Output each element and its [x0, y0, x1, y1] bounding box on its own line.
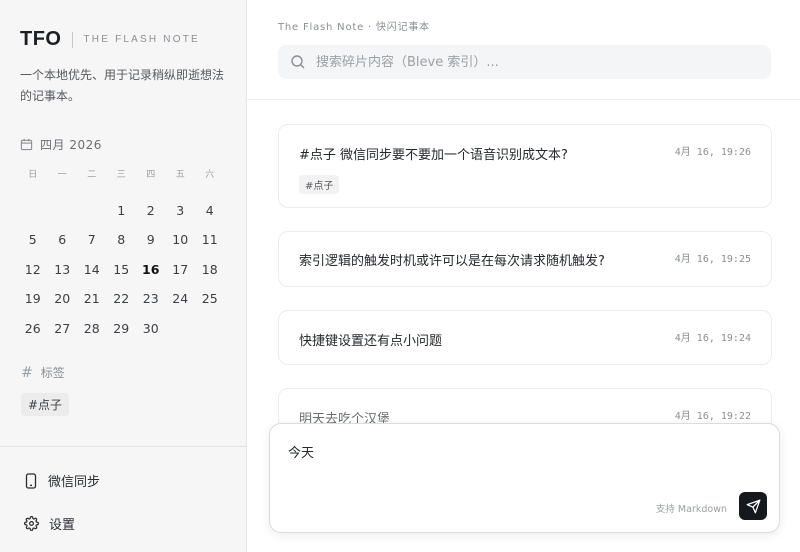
- calendar-day[interactable]: 22: [107, 284, 137, 314]
- note-card[interactable]: 快捷键设置还有点小问题 4月 16, 19:24: [278, 310, 772, 365]
- send-icon: [746, 499, 760, 513]
- calendar-weekday: 日: [28, 170, 38, 180]
- calendar-day[interactable]: 12: [18, 255, 48, 285]
- calendar-day[interactable]: 7: [77, 225, 107, 255]
- markdown-hint: 支持 Markdown: [655, 504, 727, 515]
- note-timestamp: 4月 16, 19:22: [674, 411, 751, 422]
- calendar-weekday: 五: [175, 170, 185, 180]
- calendar-day[interactable]: 6: [48, 225, 78, 255]
- calendar-day[interactable]: 23: [136, 284, 166, 314]
- calendar-day[interactable]: 27: [48, 314, 78, 344]
- brand-divider: [71, 31, 73, 48]
- calendar-weekday: 一: [57, 170, 67, 180]
- note-card[interactable]: 索引逻辑的触发时机或许可以是在每次请求随机触发? 4月 16, 19:25: [278, 231, 772, 287]
- breadcrumb: The Flash Note · 快闪记事本: [278, 22, 430, 33]
- search-icon: [291, 55, 305, 69]
- calendar-day[interactable]: 24: [166, 284, 196, 314]
- settings-button[interactable]: 设置: [24, 514, 75, 533]
- note-card[interactable]: #点子 微信同步要不要加一个语音识别成文本? 4月 16, 19:26 #点子: [278, 124, 772, 208]
- calendar-day[interactable]: 8: [107, 225, 137, 255]
- note-text: 索引逻辑的触发时机或许可以是在每次请求随机触发?: [299, 254, 605, 269]
- note-timestamp: 4月 16, 19:26: [674, 147, 751, 158]
- note-timestamp: 4月 16, 19:25: [674, 254, 751, 265]
- calendar-icon: [20, 138, 33, 151]
- sidebar-divider: [0, 446, 247, 447]
- calendar-day[interactable]: 14: [77, 255, 107, 285]
- calendar-day[interactable]: 4: [195, 196, 225, 226]
- sidebar: TFO THE FLASH NOTE 一个本地优先、用于记录稍纵即逝想法的记事本…: [0, 0, 247, 552]
- main-header: The Flash Note · 快闪记事本: [247, 0, 800, 100]
- tags-header-label: 标签: [40, 366, 65, 380]
- brand-subtitle: THE FLASH NOTE: [83, 34, 200, 45]
- calendar-day[interactable]: 26: [18, 314, 48, 344]
- calendar-day[interactable]: 20: [48, 284, 78, 314]
- tags-header: # 标签: [21, 364, 65, 381]
- calendar-weekday: 四: [146, 170, 156, 180]
- settings-label: 设置: [49, 518, 76, 533]
- brand: TFO THE FLASH NOTE: [20, 28, 200, 51]
- note-text: 快捷键设置还有点小问题: [299, 334, 443, 349]
- calendar-day[interactable]: 29: [107, 314, 137, 344]
- brand-logo: TFO: [20, 28, 62, 50]
- wechat-sync-button[interactable]: 微信同步: [24, 471, 100, 490]
- calendar-day-today[interactable]: 16: [136, 255, 166, 285]
- calendar-day[interactable]: 30: [136, 314, 166, 344]
- calendar-day[interactable]: 28: [77, 314, 107, 344]
- phone-icon: [25, 472, 37, 489]
- calendar-day[interactable]: 3: [166, 196, 196, 226]
- calendar-day[interactable]: 9: [136, 225, 166, 255]
- hash-icon: #: [21, 364, 33, 381]
- calendar-day[interactable]: 25: [195, 284, 225, 314]
- calendar-day[interactable]: 10: [166, 225, 196, 255]
- calendar-day[interactable]: 13: [48, 255, 78, 285]
- calendar-weekday: 二: [87, 170, 97, 180]
- note-tag[interactable]: #点子: [299, 175, 340, 194]
- note-text: #点子 微信同步要不要加一个语音识别成文本?: [299, 148, 568, 163]
- calendar-weekday: 三: [116, 170, 126, 180]
- calendar-day[interactable]: 15: [107, 255, 137, 285]
- calendar-header: 四月 2026: [20, 136, 102, 153]
- calendar-day[interactable]: 19: [18, 284, 48, 314]
- brand-description: 一个本地优先、用于记录稍纵即逝想法的记事本。: [20, 68, 225, 103]
- note-composer: 支持 Markdown: [269, 423, 780, 533]
- send-button[interactable]: [739, 492, 767, 520]
- composer-input[interactable]: [288, 442, 758, 482]
- calendar-day[interactable]: 5: [18, 225, 48, 255]
- calendar-month-label: 四月 2026: [40, 138, 102, 152]
- calendar-day[interactable]: 11: [195, 225, 225, 255]
- calendar-day[interactable]: 18: [195, 255, 225, 285]
- calendar-day[interactable]: 1: [107, 196, 137, 226]
- search-input[interactable]: [316, 54, 736, 70]
- calendar-day[interactable]: 2: [136, 196, 166, 226]
- gear-icon: [24, 516, 39, 531]
- calendar-weekday: 六: [205, 170, 215, 180]
- tag-chip[interactable]: #点子: [21, 393, 70, 416]
- calendar-day[interactable]: 21: [77, 284, 107, 314]
- search-bar[interactable]: [278, 45, 771, 79]
- calendar-day[interactable]: 17: [166, 255, 196, 285]
- note-timestamp: 4月 16, 19:24: [674, 333, 751, 344]
- wechat-sync-label: 微信同步: [48, 475, 101, 490]
- calendar-grid: 日一二三四五六 1 2 3 4 5 6 7 8 9 10 11 12 13 14 15 16 17 18 19 20 21…: [18, 166, 228, 343]
